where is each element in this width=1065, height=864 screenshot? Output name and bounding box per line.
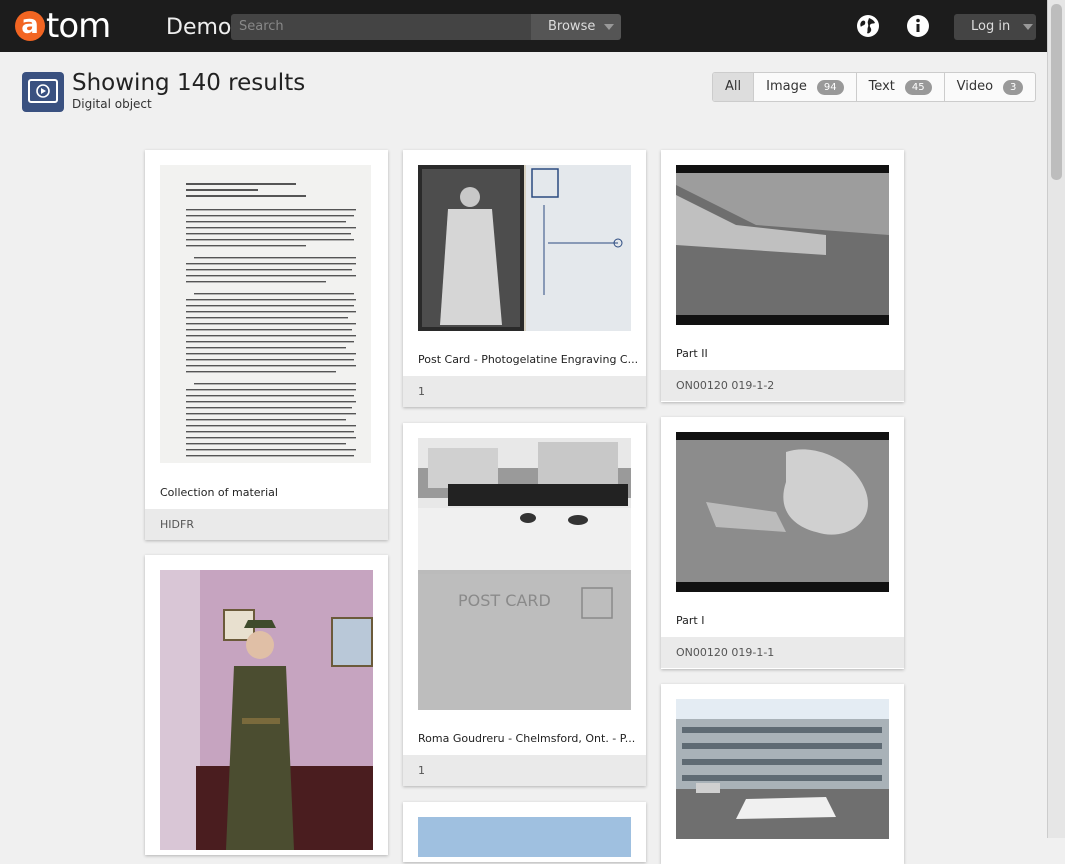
- photo-thumbnail: [676, 699, 889, 839]
- filter-label: Image: [766, 79, 807, 94]
- search-input[interactable]: Search: [231, 14, 531, 40]
- result-card[interactable]: Part I ON00120 019-1-1: [661, 417, 904, 669]
- browse-button[interactable]: Browse: [531, 14, 621, 40]
- card-footer: HIDFR: [145, 509, 388, 540]
- video-thumbnail: [676, 432, 889, 592]
- info-icon[interactable]: [906, 14, 930, 38]
- chevron-down-icon: [1023, 23, 1034, 30]
- chevron-down-icon: [604, 23, 615, 30]
- card-title[interactable]: Roma Goudreru - Chelmsford, Ont. - P...: [418, 732, 635, 745]
- svg-text:POST CARD: POST CARD: [458, 591, 551, 610]
- globe-icon[interactable]: [856, 14, 880, 38]
- card-footer: 1: [403, 376, 646, 407]
- filter-video[interactable]: Video 3: [945, 73, 1036, 101]
- result-card[interactable]: Collection of material HIDFR: [145, 150, 388, 540]
- filter-text[interactable]: Text 45: [857, 73, 945, 101]
- document-thumbnail: [160, 165, 371, 463]
- result-card[interactable]: [661, 684, 904, 864]
- page-subtitle: Digital object: [72, 97, 152, 111]
- count-badge: 45: [904, 79, 932, 95]
- browse-label: Browse: [548, 19, 596, 34]
- card-title[interactable]: Part II: [676, 347, 708, 360]
- card-title[interactable]: Collection of material: [160, 486, 278, 499]
- card-title[interactable]: Part I: [676, 614, 704, 627]
- count-badge: 3: [1003, 79, 1024, 95]
- card-footer: ON00120 019-1-2: [661, 370, 904, 401]
- card-title[interactable]: Post Card - Photogelatine Engraving C...: [418, 353, 638, 366]
- filter-label: All: [725, 79, 742, 94]
- count-badge: 94: [816, 79, 844, 95]
- login-button[interactable]: Log in: [954, 14, 1036, 40]
- page-title: Showing 140 results: [72, 70, 306, 96]
- filter-label: Video: [956, 79, 994, 94]
- logo-initial: a: [15, 11, 45, 41]
- filter-label: Text: [868, 79, 895, 94]
- result-card[interactable]: POST CARD Roma Goudreru - Chelmsford, On…: [403, 423, 646, 786]
- scrollbar-thumb[interactable]: [1051, 4, 1062, 180]
- video-thumbnail: [676, 165, 889, 325]
- filter-image[interactable]: Image 94: [754, 73, 857, 101]
- card-footer: ON00120 019-1-1: [661, 637, 904, 668]
- page-scrollbar[interactable]: [1047, 0, 1065, 838]
- logo-text: tom: [46, 6, 111, 46]
- card-footer: 1: [403, 755, 646, 786]
- digital-object-icon: [22, 72, 64, 112]
- top-navigation-bar: a tom Demo Search Browse Log in: [0, 0, 1047, 52]
- result-card[interactable]: [145, 555, 388, 855]
- media-type-filter: All Image 94 Text 45 Video 3: [712, 72, 1037, 102]
- atom-logo[interactable]: a tom: [15, 6, 111, 46]
- result-card[interactable]: Part II ON00120 019-1-2: [661, 150, 904, 402]
- filter-all[interactable]: All: [713, 73, 755, 101]
- result-card[interactable]: Post Card - Photogelatine Engraving C...…: [403, 150, 646, 407]
- postcard-thumbnail: [418, 165, 631, 331]
- photo-thumbnail: [418, 817, 631, 857]
- postcard-thumbnail: POST CARD: [418, 438, 631, 710]
- result-card[interactable]: [403, 802, 646, 862]
- site-name[interactable]: Demo: [166, 14, 231, 42]
- login-label: Log in: [971, 19, 1011, 34]
- photo-thumbnail: [160, 570, 373, 850]
